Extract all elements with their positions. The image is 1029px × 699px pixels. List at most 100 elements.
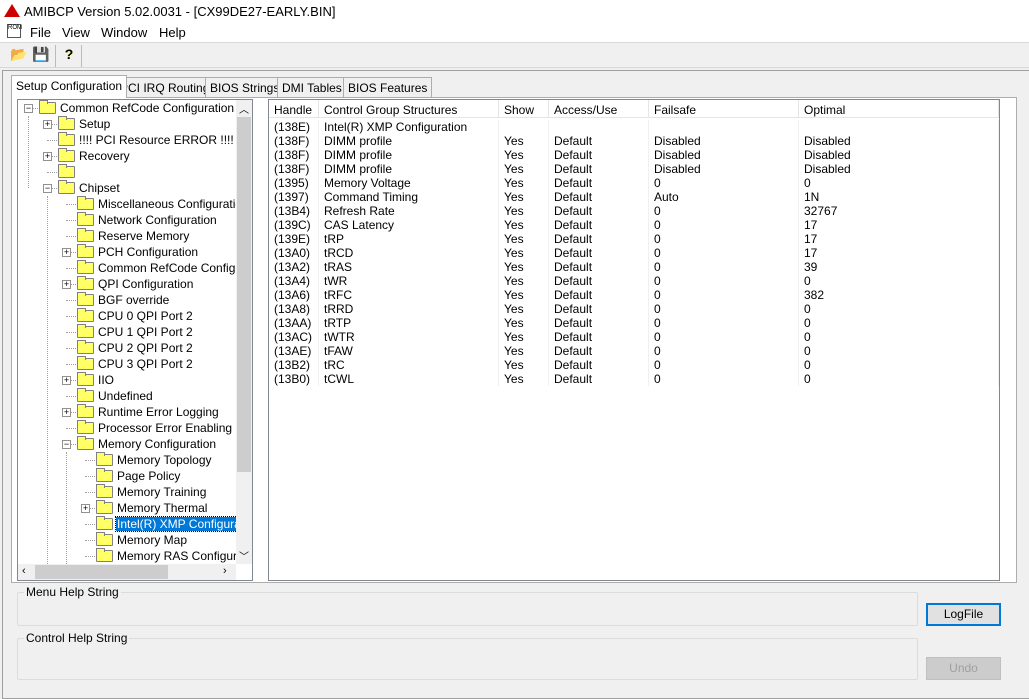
header-handle[interactable]: Handle	[269, 100, 319, 118]
header-optimal[interactable]: Optimal	[799, 100, 999, 118]
tree-node[interactable]: Reserve Memory	[18, 228, 248, 244]
tab-dmi-tables[interactable]: DMI Tables	[277, 77, 347, 97]
table-row[interactable]: (138E) Intel(R) XMP Configuration	[269, 120, 999, 134]
scroll-down-icon[interactable]: ﹀	[239, 548, 249, 563]
tree-node-label: CPU 2 QPI Port 2	[98, 341, 193, 355]
expand-icon[interactable]: +	[62, 408, 71, 417]
table-row[interactable]: (138F) DIMM profile Yes Default Disabled Disa…	[269, 162, 999, 176]
table-row[interactable]: (13AA) tRTP Yes Default 0 0	[269, 316, 999, 330]
table-cell: Default	[549, 274, 649, 288]
setup-tree[interactable]: − Common RefCode Configuration + Setup !!!! …	[17, 99, 253, 581]
tree-node[interactable]: Page Policy	[18, 468, 248, 484]
table-cell: (13B0)	[269, 372, 319, 386]
toolbar: 📂 💾 ?	[0, 42, 1029, 68]
tree-node[interactable]: CPU 3 QPI Port 2	[18, 356, 248, 372]
open-folder-icon[interactable]: 📂	[9, 46, 29, 66]
tree-node[interactable]: + PCH Configuration	[18, 244, 248, 260]
tree-node[interactable]	[18, 164, 248, 180]
tree-node[interactable]: + Runtime Error Logging	[18, 404, 248, 420]
tree-node[interactable]: Common RefCode Configurati	[18, 260, 252, 276]
tree-node[interactable]: − Chipset	[18, 180, 248, 196]
tree-node[interactable]: + Memory Thermal	[18, 500, 248, 516]
header-access-use[interactable]: Access/Use	[549, 100, 649, 118]
tree-node[interactable]: Memory Map	[18, 532, 248, 548]
table-row[interactable]: (13B4) Refresh Rate Yes Default 0 32767	[269, 204, 999, 218]
expand-icon[interactable]: +	[43, 120, 52, 129]
tree-node[interactable]: !!!! PCI Resource ERROR !!!!	[18, 132, 248, 148]
table-row[interactable]: (138F) DIMM profile Yes Default Disabled Disa…	[269, 134, 999, 148]
table-cell: tFAW	[319, 344, 499, 358]
scroll-thumb[interactable]	[35, 565, 168, 579]
table-row[interactable]: (13A0) tRCD Yes Default 0 17	[269, 246, 999, 260]
tree-node-label: Memory RAS Configuratio	[117, 549, 253, 563]
help-question-icon[interactable]: ?	[59, 46, 79, 66]
tree-node[interactable]: CPU 2 QPI Port 2	[18, 340, 248, 356]
tree-node[interactable]: Memory RAS Configuratio	[18, 548, 252, 564]
tree-node[interactable]: + Setup	[18, 116, 248, 132]
table-cell: (138F)	[269, 162, 319, 176]
expand-icon[interactable]: +	[62, 248, 71, 257]
table-row[interactable]: (13B2) tRC Yes Default 0 0	[269, 358, 999, 372]
table-row[interactable]: (138F) DIMM profile Yes Default Disabled Disa…	[269, 148, 999, 162]
scroll-thumb[interactable]	[237, 117, 251, 472]
header-show[interactable]: Show	[499, 100, 549, 118]
scroll-right-icon[interactable]: ›	[223, 565, 227, 577]
tab-pci-irq-routing[interactable]: PCI IRQ Routing	[115, 77, 215, 97]
table-row[interactable]: (1395) Memory Voltage Yes Default 0 0	[269, 176, 999, 190]
menu-help[interactable]: Help	[159, 25, 186, 40]
tree-node[interactable]: CPU 1 QPI Port 2	[18, 324, 248, 340]
scroll-up-icon[interactable]: ︿	[239, 101, 249, 116]
expand-icon[interactable]: +	[62, 376, 71, 385]
expand-icon[interactable]: +	[81, 504, 90, 513]
table-cell: 0	[649, 302, 799, 316]
table-row[interactable]: (139E) tRP Yes Default 0 17	[269, 232, 999, 246]
tree-node[interactable]: − Memory Configuration	[18, 436, 248, 452]
header-failsafe[interactable]: Failsafe	[649, 100, 799, 118]
folder-icon	[77, 372, 94, 386]
collapse-icon[interactable]: −	[62, 440, 71, 449]
logfile-button[interactable]: LogFile	[926, 603, 1001, 626]
tree-node[interactable]: Intel(R) XMP Configuratio	[18, 516, 252, 532]
table-row[interactable]: (13B0) tCWL Yes Default 0 0	[269, 372, 999, 386]
undo-button[interactable]: Undo	[926, 657, 1001, 680]
tree-horizontal-scrollbar[interactable]: ‹ ›	[18, 564, 236, 580]
table-cell: Yes	[499, 246, 549, 260]
table-cell: 0	[649, 274, 799, 288]
expand-icon[interactable]: +	[62, 280, 71, 289]
tree-node[interactable]: BGF override	[18, 292, 248, 308]
scroll-left-icon[interactable]: ‹	[22, 565, 26, 577]
table-row[interactable]: (13A2) tRAS Yes Default 0 39	[269, 260, 999, 274]
menu-view[interactable]: View	[62, 25, 90, 40]
tab-setup-configuration[interactable]: Setup Configuration	[11, 75, 128, 98]
tree-node[interactable]: + Recovery	[18, 148, 248, 164]
table-row[interactable]: (1397) Command Timing Yes Default Auto 1N	[269, 190, 999, 204]
header-control-group[interactable]: Control Group Structures	[319, 100, 499, 118]
tab-bios-features[interactable]: BIOS Features	[343, 77, 433, 97]
tree-node[interactable]: Processor Error Enabling :	[18, 420, 248, 436]
tree-node[interactable]: − Common RefCode Configuration	[18, 100, 248, 116]
menu-window[interactable]: Window	[101, 25, 147, 40]
expand-icon[interactable]: +	[43, 152, 52, 161]
table-row[interactable]: (13A8) tRRD Yes Default 0 0	[269, 302, 999, 316]
table-row[interactable]: (139C) CAS Latency Yes Default 0 17	[269, 218, 999, 232]
tree-node[interactable]: Miscellaneous Configuration	[18, 196, 249, 212]
tree-node[interactable]: + IIO	[18, 372, 248, 388]
table-row[interactable]: (13A4) tWR Yes Default 0 0	[269, 274, 999, 288]
collapse-icon[interactable]: −	[43, 184, 52, 193]
tree-node[interactable]: Memory Training	[18, 484, 248, 500]
tree-node[interactable]: Network Configuration	[18, 212, 248, 228]
tree-node[interactable]: Memory Topology	[18, 452, 248, 468]
table-row[interactable]: (13A6) tRFC Yes Default 0 382	[269, 288, 999, 302]
tree-node[interactable]: + QPI Configuration	[18, 276, 248, 292]
table-cell: 0	[649, 204, 799, 218]
collapse-icon[interactable]: −	[24, 104, 33, 113]
save-disk-icon[interactable]: 💾	[31, 46, 51, 66]
tree-node[interactable]: Undefined	[18, 388, 248, 404]
tree-vertical-scrollbar[interactable]: ︿ ﹀	[236, 100, 252, 564]
tree-node[interactable]: CPU 0 QPI Port 2	[18, 308, 248, 324]
tab-bios-strings[interactable]: BIOS Strings	[205, 77, 285, 97]
menu-file[interactable]: File	[30, 25, 51, 40]
tree-node-label: Setup	[79, 117, 111, 131]
table-row[interactable]: (13AC) tWTR Yes Default 0 0	[269, 330, 999, 344]
table-row[interactable]: (13AE) tFAW Yes Default 0 0	[269, 344, 999, 358]
